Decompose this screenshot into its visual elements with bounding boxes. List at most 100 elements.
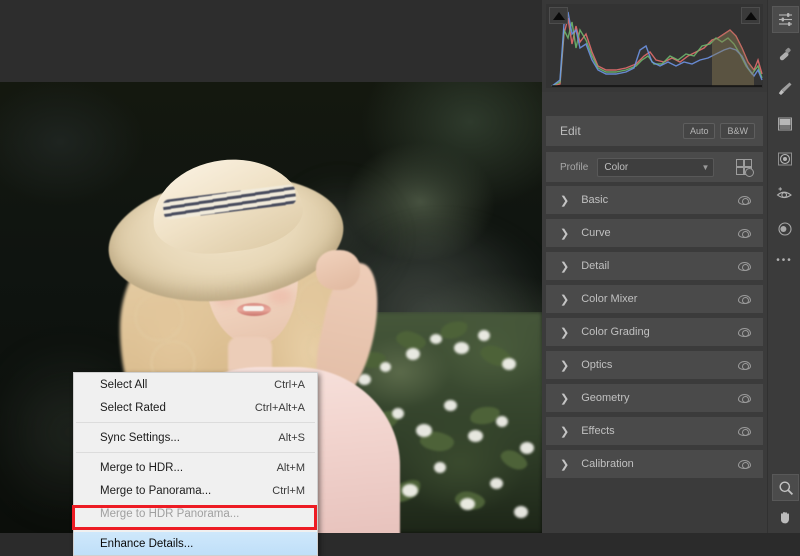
section-label: Color Mixer [581,293,637,305]
menu-item-label: Merge to HDR Panorama... [100,508,239,520]
shadow-clipping-indicator[interactable] [549,7,568,24]
chevron-right-icon: ❯ [560,359,569,372]
sidebar-item-geometry[interactable]: ❯ Geometry [546,384,763,412]
section-label: Curve [581,227,610,239]
section-label: Effects [581,425,614,437]
histogram[interactable] [546,4,763,88]
sliders-icon [778,12,793,27]
menu-item-label: Merge to HDR... [100,462,183,474]
red-eye-icon [776,187,793,201]
sidebar-item-optics[interactable]: ❯ Optics [546,351,763,379]
bw-button[interactable]: B&W [720,123,755,139]
menu-separator [76,452,315,453]
section-label: Calibration [581,458,634,470]
menu-item-label: Merge to Panorama... [100,485,211,497]
menu-item-shortcut: Ctrl+Alt+A [255,402,305,414]
menu-item-merge-to-panorama[interactable]: Merge to Panorama... Ctrl+M [74,479,317,502]
camera-raw-window: Edit Auto B&W Profile Color ▼ ❯ Basic [0,0,800,533]
red-eye-tool[interactable] [772,181,797,206]
healing-brush-icon [777,46,793,62]
chevron-right-icon: ❯ [560,425,569,438]
edit-panel-title: Edit [560,124,581,138]
ellipsis-icon: ••• [776,256,793,266]
menu-item-sync-settings[interactable]: Sync Settings... Alt+S [74,426,317,449]
chevron-right-icon: ❯ [560,458,569,471]
menu-item-label: Sync Settings... [100,432,180,444]
radial-icon [777,151,793,167]
chevron-right-icon: ❯ [560,392,569,405]
chevron-right-icon: ❯ [560,293,569,306]
sidebar-item-basic[interactable]: ❯ Basic [546,186,763,214]
graduated-filter-tool[interactable] [772,111,797,136]
chevron-right-icon: ❯ [560,326,569,339]
eye-icon[interactable] [738,328,751,337]
radial-filter-tool[interactable] [772,146,797,171]
zoom-tool[interactable] [772,474,799,501]
hand-on-hat [316,250,360,290]
teeth [243,306,264,311]
chevron-right-icon: ❯ [560,227,569,240]
histogram-graph [546,4,763,88]
menu-item-label: Select All [100,379,147,391]
masking-brush-tool[interactable] [772,76,797,101]
presets-icon [777,221,793,237]
highlight-clipping-indicator[interactable] [741,7,760,24]
eye-icon[interactable] [738,295,751,304]
tool-strip: ••• [767,0,800,533]
edit-tool[interactable] [772,6,799,33]
menu-item-label: Enhance Details... [100,538,193,550]
menu-item-shortcut: Alt+M [277,462,305,474]
section-label: Detail [581,260,609,272]
menu-item-select-rated[interactable]: Select Rated Ctrl+Alt+A [74,396,317,419]
eye-icon[interactable] [738,196,751,205]
hand-tool[interactable] [772,504,797,529]
section-label: Optics [581,359,612,371]
menu-item-shortcut: Alt+S [278,432,305,444]
menu-separator [76,422,315,423]
profile-select[interactable]: Color ▼ [597,158,714,177]
magnifier-icon [778,480,794,496]
histogram-divider [542,92,767,114]
profile-browser-icon[interactable] [736,159,753,176]
menu-item-merge-to-hdr[interactable]: Merge to HDR... Alt+M [74,456,317,479]
menu-item-select-all[interactable]: Select All Ctrl+A [74,373,317,396]
menu-separator [76,528,315,529]
chevron-down-icon: ▼ [701,163,709,172]
menu-item-merge-to-hdr-panorama: Merge to HDR Panorama... [74,502,317,525]
eye-icon[interactable] [738,394,751,403]
healing-brush-tool[interactable] [772,41,797,66]
auto-button[interactable]: Auto [683,123,716,139]
gradient-icon [777,116,793,132]
profile-row: Profile Color ▼ [546,152,763,182]
right-panel: Edit Auto B&W Profile Color ▼ ❯ Basic [542,0,767,533]
sidebar-item-effects[interactable]: ❯ Effects [546,417,763,445]
context-menu[interactable]: Select All Ctrl+A Select Rated Ctrl+Alt+… [73,372,318,556]
histogram-panel[interactable] [542,0,767,92]
eye-icon[interactable] [738,460,751,469]
sidebar-item-color-mixer[interactable]: ❯ Color Mixer [546,285,763,313]
eye-icon[interactable] [738,427,751,436]
chevron-right-icon: ❯ [560,194,569,207]
more-options[interactable]: ••• [772,248,797,273]
brush-icon [777,81,793,97]
sidebar-item-calibration[interactable]: ❯ Calibration [546,450,763,478]
chevron-right-icon: ❯ [560,260,569,273]
eye-icon[interactable] [738,262,751,271]
menu-item-shortcut: Ctrl+A [274,379,305,391]
hand-icon [777,509,793,525]
presets-tool[interactable] [772,216,797,241]
sidebar-item-color-grading[interactable]: ❯ Color Grading [546,318,763,346]
menu-item-label: Select Rated [100,402,166,414]
profile-value: Color [604,162,628,173]
menu-item-enhance-details[interactable]: Enhance Details... [74,532,317,555]
menu-item-shortcut: Ctrl+M [272,485,305,497]
profile-label: Profile [560,162,588,173]
eye-icon[interactable] [738,229,751,238]
eye-icon[interactable] [738,361,751,370]
edit-panel-header: Edit Auto B&W [546,116,763,146]
sidebar-item-curve[interactable]: ❯ Curve [546,219,763,247]
section-label: Basic [581,194,608,206]
sidebar-item-detail[interactable]: ❯ Detail [546,252,763,280]
section-label: Geometry [581,392,629,404]
section-label: Color Grading [581,326,649,338]
